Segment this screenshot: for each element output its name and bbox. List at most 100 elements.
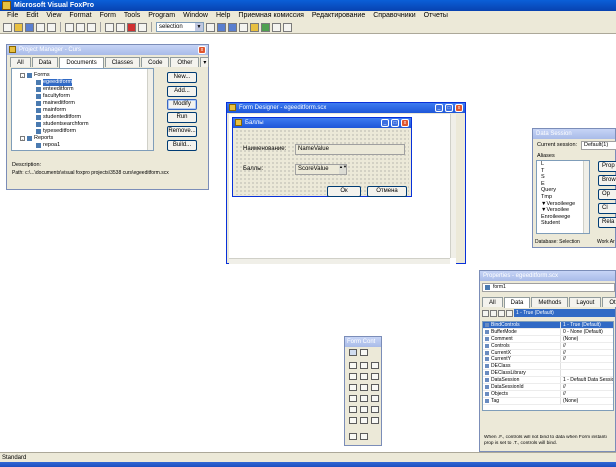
remove-button[interactable]: Remove... (167, 126, 197, 137)
list-item[interactable]: Query (537, 187, 589, 194)
close-icon[interactable]: x (198, 46, 206, 54)
textbox-tool-icon[interactable] (360, 362, 368, 369)
table-row[interactable]: DEClassLibrary (483, 370, 613, 378)
menu-program[interactable]: Program (144, 11, 179, 21)
table-row[interactable]: CurrentY// (483, 356, 613, 364)
form-designer-titlebar[interactable]: Form Designer - egeeditform.scx _ □ x (227, 103, 465, 113)
tree-reports-node[interactable]: - Reports (20, 135, 53, 142)
relations-button[interactable]: Rela (598, 217, 616, 228)
close-table-button[interactable]: Cl (598, 203, 616, 214)
tree-scrollbar[interactable] (147, 69, 153, 150)
menu-editing[interactable]: Редактирование (308, 11, 369, 21)
menu-file[interactable]: File (3, 11, 22, 21)
new-button[interactable]: New... (167, 72, 197, 83)
tab-classes[interactable]: Classes (104, 57, 141, 67)
tab-data[interactable]: Data (31, 57, 59, 67)
table-row[interactable]: Comment (None) (483, 335, 613, 343)
list-item[interactable]: T (537, 168, 589, 175)
table-row[interactable]: Objects// (483, 390, 613, 398)
cancel-edit-icon[interactable] (482, 309, 489, 317)
list-item[interactable]: S (537, 174, 589, 181)
maximize-icon[interactable]: □ (445, 104, 453, 112)
build-button[interactable]: Build... (167, 140, 197, 151)
copy-icon[interactable] (76, 22, 85, 32)
new-file-icon[interactable] (3, 22, 12, 32)
combobox-tool-icon[interactable] (360, 384, 368, 391)
redo-icon[interactable] (116, 22, 125, 32)
tree-item[interactable]: studentsearchform (36, 121, 89, 128)
score-spinner[interactable]: ScoreValue ▲▼ (295, 164, 347, 175)
tree-item[interactable]: repoa1 (36, 142, 60, 149)
designed-form-titlebar[interactable]: Баллы _ □ x (233, 118, 411, 128)
tree-item[interactable]: egeeditform (36, 79, 73, 86)
table-row[interactable]: Tag (None) (483, 397, 613, 405)
table-row[interactable]: Controls// (483, 342, 613, 350)
object-dropdown[interactable]: form1 (482, 283, 615, 292)
property-value-input[interactable]: 1 - True (Default) (514, 309, 615, 317)
accept-edit-icon[interactable] (490, 309, 497, 317)
open-button[interactable]: Op (598, 189, 616, 200)
open-folder-icon[interactable] (14, 22, 23, 32)
menu-tools[interactable]: Tools (120, 11, 144, 21)
tab-layout[interactable]: Layout (569, 297, 602, 307)
cut-icon[interactable] (65, 22, 74, 32)
tree-item[interactable]: typeseditform (36, 128, 76, 135)
menu-reports[interactable]: Отчеты (420, 11, 452, 21)
collapse-icon[interactable]: - (20, 73, 25, 78)
spinner-tool-icon[interactable] (349, 395, 357, 402)
name-textbox[interactable]: NameValue (295, 144, 405, 155)
designer-vscroll[interactable] (450, 114, 456, 258)
command-button-tool-icon[interactable] (349, 373, 357, 380)
cancel-button[interactable]: Отмена (367, 186, 407, 197)
properties-icon[interactable] (239, 22, 248, 32)
tree-item[interactable]: maineditform (36, 100, 75, 107)
function-icon[interactable] (498, 309, 505, 317)
command-group-tool-icon[interactable] (360, 373, 368, 380)
view-classes-icon[interactable] (360, 349, 368, 356)
run-button[interactable]: Run (167, 112, 197, 123)
data-session-titlebar[interactable]: Data Session (533, 129, 615, 139)
menu-edit[interactable]: Edit (22, 11, 42, 21)
line-tool-icon[interactable] (349, 417, 357, 424)
current-session-dropdown[interactable]: Default(1) (581, 141, 616, 150)
table-row[interactable]: BufferMode 0 - None (Default) (483, 328, 613, 336)
tools-icon[interactable] (283, 22, 292, 32)
select-objects-icon[interactable] (349, 349, 357, 356)
table-row[interactable]: DEClass (483, 363, 613, 371)
menu-help[interactable]: Help (212, 11, 234, 21)
container-tool-icon[interactable] (371, 417, 379, 424)
properties-grid[interactable]: BindControls 1 - True (Default) BufferMod… (482, 321, 614, 411)
image-tool-icon[interactable] (371, 395, 379, 402)
close-icon[interactable]: x (455, 104, 463, 112)
project-tree[interactable]: - Forms egeeditform enteeditform facultyf… (11, 68, 154, 151)
run-icon[interactable] (127, 22, 136, 32)
tab-other[interactable]: Other (170, 57, 200, 67)
table-row[interactable]: BindControls 1 - True (Default) (483, 322, 613, 329)
modify-button[interactable]: Modify (167, 99, 197, 110)
label-score[interactable]: Баллы: (243, 165, 263, 173)
paste-icon[interactable] (87, 22, 96, 32)
code-window-icon[interactable] (250, 22, 259, 32)
option-group-tool-icon[interactable] (371, 373, 379, 380)
tab-all[interactable]: All (10, 57, 31, 67)
add-button[interactable]: Add... (167, 86, 197, 97)
tab-other[interactable]: Other (602, 297, 616, 307)
menu-format[interactable]: Format (65, 11, 95, 21)
modify-icon[interactable] (138, 22, 147, 32)
list-item[interactable]: E (537, 181, 589, 188)
tree-item[interactable]: facultyform (36, 93, 70, 100)
aliases-scrollbar[interactable] (583, 161, 589, 233)
menu-window[interactable]: Window (179, 11, 212, 21)
pageframe-tool-icon[interactable] (360, 406, 368, 413)
form-designer-icon[interactable] (228, 22, 237, 32)
list-item[interactable]: Tmp (537, 194, 589, 201)
menu-admissions[interactable]: Приемная комиссия (234, 11, 308, 21)
properties-titlebar[interactable]: Properties - egeeditform.scx (480, 271, 615, 281)
tree-forms-node[interactable]: - Forms (20, 72, 50, 79)
command-window-icon[interactable] (206, 22, 215, 32)
list-item[interactable]: ▼Versoilee (537, 207, 589, 214)
editbox-tool-icon[interactable] (371, 362, 379, 369)
project-manager-titlebar[interactable]: Project Manager - Curs x (7, 45, 208, 55)
tab-code[interactable]: Code (141, 57, 170, 67)
tab-data[interactable]: Data (503, 297, 531, 308)
